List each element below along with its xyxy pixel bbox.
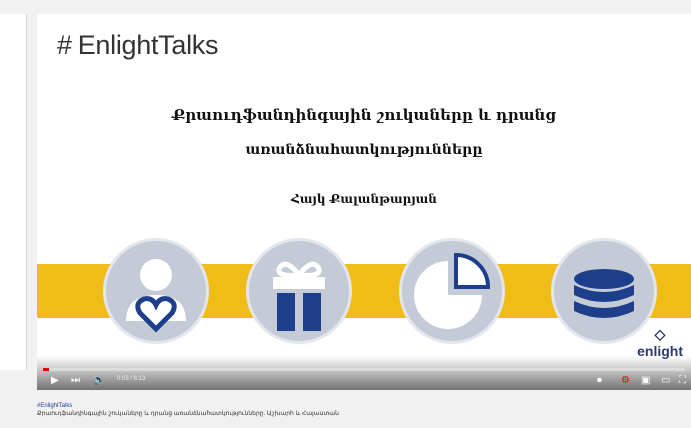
progress-bar[interactable] <box>43 368 685 371</box>
miniplayer-icon[interactable]: ▣ <box>641 375 650 386</box>
fullscreen-icon[interactable]: ⛶ <box>679 375 686 386</box>
settings-icon[interactable]: ⚙ <box>621 375 630 386</box>
player-controls: ▶ ⏭ 🔈 0:03 / 6:13 ⏺ ⚙ ▣ ▭ ⛶ <box>37 356 691 390</box>
slide-title-line-1: Քրաուդֆանդինգային շուկաները և դրանց <box>171 106 557 124</box>
gift-icon <box>246 238 352 344</box>
video-title[interactable]: Քրաուդֆանդինգային շուկաները և դրանց առան… <box>37 410 339 418</box>
caption-hashtag[interactable]: #EnlightTalks <box>37 402 339 410</box>
theater-icon[interactable]: ▭ <box>661 375 670 386</box>
diamond-icon: ◇ <box>654 326 666 342</box>
play-icon[interactable]: ▶ <box>51 375 59 386</box>
enlighttalks-logo: # EnlightTalks <box>57 30 219 60</box>
volume-icon[interactable]: 🔈 <box>93 375 105 386</box>
enlight-watermark: ◇ enlight <box>637 326 683 359</box>
user-heart-icon <box>103 238 209 344</box>
time-display: 0:03 / 6:13 <box>117 376 146 382</box>
slide-title-line-2: առանձնահատկությունները <box>245 142 483 158</box>
pie-chart-icon <box>399 238 505 344</box>
video-player[interactable]: # EnlightTalks Քրաուդֆանդինգային շուկաներ… <box>37 14 691 390</box>
next-icon[interactable]: ⏭ <box>71 375 80 386</box>
autoplay-toggle[interactable]: ⏺ <box>597 375 602 386</box>
slide-author: Հայկ Քալանթարյան <box>291 192 437 206</box>
video-caption: #EnlightTalks Քրաուդֆանդինգային շուկաներ… <box>37 402 339 418</box>
left-panel <box>0 14 27 370</box>
progress-fill <box>43 368 50 371</box>
